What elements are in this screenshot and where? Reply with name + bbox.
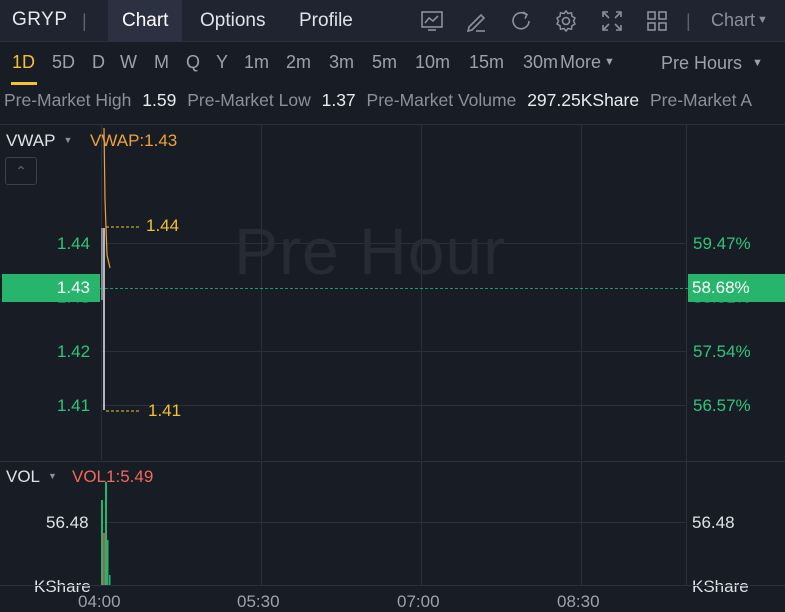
time-axis-label: 07:00	[397, 592, 440, 611]
time-axis-label: 04:00	[78, 592, 121, 611]
time-axis-line	[0, 585, 785, 586]
volume-bar	[105, 482, 107, 585]
volume-bar	[101, 500, 103, 585]
time-axis-label: 08:30	[557, 592, 600, 611]
volume-bar	[107, 540, 109, 585]
time-axis-label: 05:30	[237, 592, 280, 611]
volume-bar	[103, 533, 105, 585]
volume-bars-svg	[101, 482, 111, 585]
volume-bar	[109, 575, 111, 585]
